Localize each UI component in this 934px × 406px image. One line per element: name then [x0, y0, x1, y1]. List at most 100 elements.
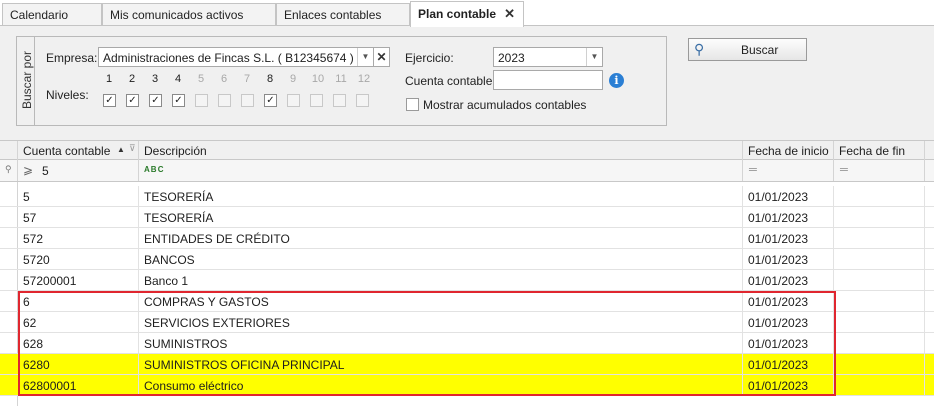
close-icon[interactable]: ✕ — [504, 6, 515, 22]
table-row[interactable]: 572 ENTIDADES DE CRÉDITO 01/01/2023 — [0, 228, 934, 249]
buscar-button[interactable]: ⚲ Buscar — [688, 38, 807, 61]
level-12-checkbox[interactable] — [356, 94, 369, 107]
cuenta-contable-input[interactable] — [493, 70, 603, 90]
acumulados-checkbox[interactable] — [406, 98, 419, 111]
search-panel: Buscar por Empresa: Administraciones de … — [0, 26, 934, 140]
cell-cuenta[interactable]: 57200001 — [18, 270, 139, 290]
cell-descripcion[interactable]: Banco 1 — [139, 270, 743, 290]
level-2-checkbox[interactable]: ✓ — [126, 94, 139, 107]
table-row[interactable]: 5720 BANCOS 01/01/2023 — [0, 249, 934, 270]
cell-fin[interactable] — [834, 270, 925, 290]
tab-bar: Calendario Mis comunicados activos Enlac… — [0, 0, 934, 27]
cell-descripcion[interactable]: TESORERÍA — [139, 186, 743, 206]
cell-cuenta[interactable]: 572 — [18, 228, 139, 248]
cell-descripcion[interactable]: SUMINISTROS — [139, 333, 743, 353]
cell-fin[interactable] — [834, 333, 925, 353]
cell-inicio[interactable]: 01/01/2023 — [743, 207, 834, 227]
level-10-checkbox[interactable] — [310, 94, 323, 107]
level-9-checkbox[interactable] — [287, 94, 300, 107]
tab-label: Plan contable — [418, 7, 497, 21]
cell-cuenta[interactable]: 6280 — [18, 354, 139, 374]
column-header-fecha-fin[interactable]: Fecha de fin — [834, 141, 925, 160]
level-1-checkbox[interactable]: ✓ — [103, 94, 116, 107]
level-4-checkbox[interactable]: ✓ — [172, 94, 185, 107]
text-filter-icon: A B C — [144, 165, 163, 174]
table-row[interactable]: 628 SUMINISTROS 01/01/2023 — [0, 333, 934, 354]
equals-icon: ═ — [840, 164, 848, 176]
clear-empresa-button[interactable]: ✕ — [373, 47, 390, 67]
column-header-fecha-inicio[interactable]: Fecha de inicio — [743, 141, 834, 160]
filter-fin-cell[interactable]: ═ — [834, 160, 925, 181]
chevron-down-icon[interactable]: ▼ — [586, 48, 602, 66]
table-row[interactable]: 62 SERVICIOS EXTERIORES 01/01/2023 — [0, 312, 934, 333]
cell-fin[interactable] — [834, 186, 925, 206]
cell-cuenta[interactable]: 5720 — [18, 249, 139, 269]
level-11-checkbox[interactable] — [333, 94, 346, 107]
table-row[interactable]: 5 TESORERÍA 01/01/2023 — [0, 186, 934, 207]
filter-icon[interactable]: ⊽ — [129, 143, 136, 154]
cell-cuenta[interactable]: 628 — [18, 333, 139, 353]
level-8-checkbox[interactable]: ✓ — [264, 94, 277, 107]
filter-row-indicator: ⚲ — [0, 160, 18, 181]
cell-cuenta[interactable]: 6 — [18, 291, 139, 311]
level-5-checkbox[interactable] — [195, 94, 208, 107]
tab-calendario[interactable]: Calendario — [2, 3, 102, 26]
tab-enlaces-contables[interactable]: Enlaces contables — [276, 3, 410, 26]
sort-ascending-icon: ▲ — [117, 145, 125, 154]
tab-label: Enlaces contables — [284, 8, 382, 22]
cell-descripcion[interactable]: BANCOS — [139, 249, 743, 269]
cell-fin[interactable] — [834, 249, 925, 269]
cell-cuenta[interactable]: 57 — [18, 207, 139, 227]
cell-inicio[interactable]: 01/01/2023 — [743, 186, 834, 206]
cell-descripcion[interactable]: COMPRAS Y GASTOS — [139, 291, 743, 311]
cell-inicio[interactable]: 01/01/2023 — [743, 270, 834, 290]
cell-inicio[interactable]: 01/01/2023 — [743, 249, 834, 269]
equals-icon: ═ — [749, 164, 757, 176]
tab-mis-comunicados[interactable]: Mis comunicados activos — [102, 3, 276, 26]
cell-descripcion[interactable]: TESORERÍA — [139, 207, 743, 227]
table-row[interactable]: 6280 SUMINISTROS OFICINA PRINCIPAL 01/01/2… — [0, 354, 934, 375]
column-header-descripcion[interactable]: Descripción — [139, 141, 743, 160]
table-row[interactable]: 57200001 Banco 1 01/01/2023 — [0, 270, 934, 291]
header-indicator — [0, 141, 18, 160]
niveles-label: Niveles: — [46, 88, 89, 102]
cell-inicio[interactable]: 01/01/2023 — [743, 333, 834, 353]
cell-cuenta[interactable]: 62800001 — [18, 375, 139, 395]
cell-inicio[interactable]: 01/01/2023 — [743, 375, 834, 395]
empresa-combo[interactable]: Administraciones de Fincas S.L. ( B12345… — [98, 47, 374, 67]
filter-row: ⚲ ⩾ 5 A B C ═ ═ — [0, 160, 934, 182]
chevron-down-icon[interactable]: ▼ — [357, 48, 373, 66]
grid-header: Cuenta contable ▲ ⊽ Descripción Fecha de… — [0, 140, 934, 160]
filter-inicio-cell[interactable]: ═ — [743, 160, 834, 181]
table-row[interactable]: 6 COMPRAS Y GASTOS 01/01/2023 — [0, 291, 934, 312]
cell-cuenta[interactable]: 62 — [18, 312, 139, 332]
cell-fin[interactable] — [834, 354, 925, 374]
cell-descripcion[interactable]: Consumo eléctrico — [139, 375, 743, 395]
greater-equal-icon: ⩾ — [23, 163, 34, 177]
cell-inicio[interactable]: 01/01/2023 — [743, 354, 834, 374]
cell-fin[interactable] — [834, 291, 925, 311]
filter-cuenta-cell[interactable]: ⩾ 5 — [18, 160, 139, 181]
ejercicio-combo[interactable]: 2023 ▼ — [493, 47, 603, 67]
cell-fin[interactable] — [834, 312, 925, 332]
cell-descripcion[interactable]: SERVICIOS EXTERIORES — [139, 312, 743, 332]
level-6-checkbox[interactable] — [218, 94, 231, 107]
cell-inicio[interactable]: 01/01/2023 — [743, 228, 834, 248]
cell-inicio[interactable]: 01/01/2023 — [743, 291, 834, 311]
filter-descripcion-cell[interactable]: A B C — [139, 160, 743, 181]
cell-cuenta[interactable]: 5 — [18, 186, 139, 206]
cell-fin[interactable] — [834, 375, 925, 395]
cell-inicio[interactable]: 01/01/2023 — [743, 312, 834, 332]
info-icon[interactable]: i — [609, 73, 624, 88]
tab-plan-contable[interactable]: Plan contable ✕ — [410, 1, 524, 27]
cell-descripcion[interactable]: SUMINISTROS OFICINA PRINCIPAL — [139, 354, 743, 374]
level-3-checkbox[interactable]: ✓ — [149, 94, 162, 107]
cell-fin[interactable] — [834, 228, 925, 248]
cell-descripcion[interactable]: ENTIDADES DE CRÉDITO — [139, 228, 743, 248]
cell-fin[interactable] — [834, 207, 925, 227]
table-row[interactable]: 62800001 Consumo eléctrico 01/01/2023 — [0, 375, 934, 396]
table-row[interactable]: 57 TESORERÍA 01/01/2023 — [0, 207, 934, 228]
cuenta-label: Cuenta contable: — [405, 74, 496, 88]
column-header-cuenta[interactable]: Cuenta contable ▲ ⊽ — [18, 141, 139, 160]
level-7-checkbox[interactable] — [241, 94, 254, 107]
